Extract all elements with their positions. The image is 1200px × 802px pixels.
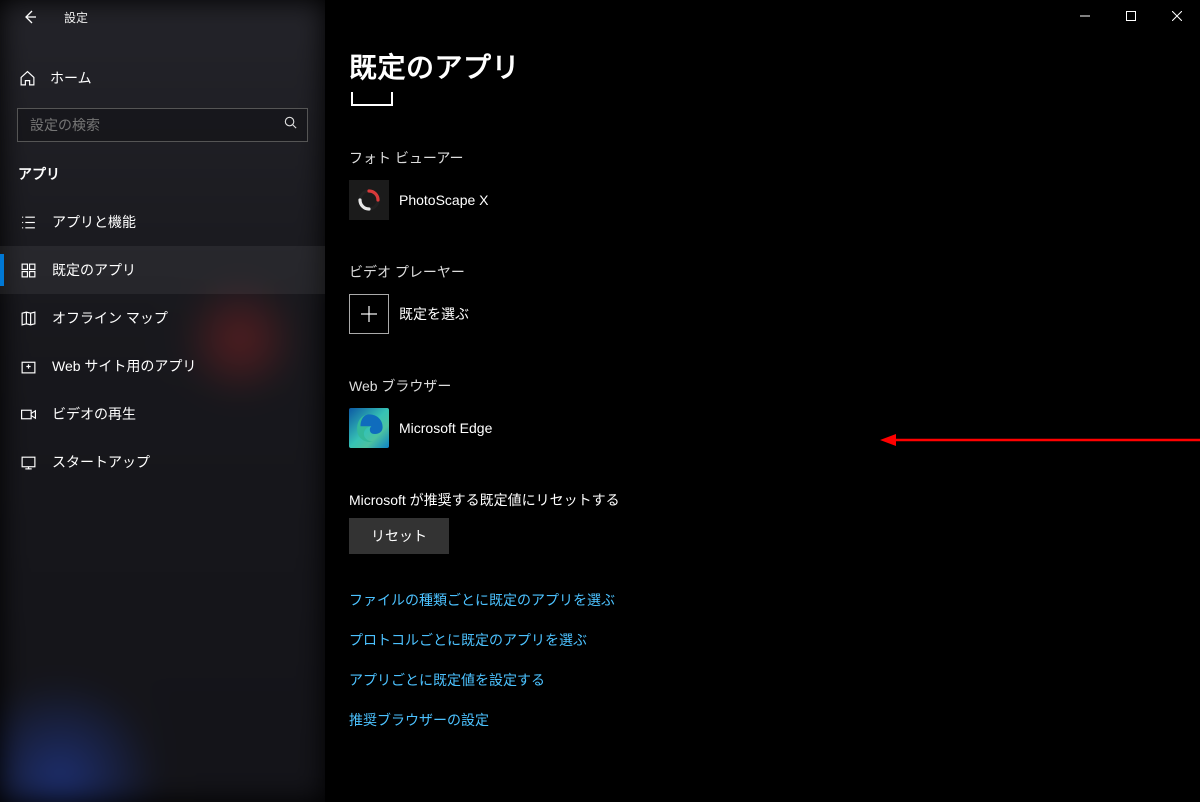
search-wrap bbox=[17, 108, 308, 142]
window-title: 設定 bbox=[64, 9, 88, 26]
category-label: ビデオ プレーヤー bbox=[349, 262, 1200, 282]
sidebar-item-label: アプリと機能 bbox=[52, 212, 136, 232]
category-label: フォト ビューアー bbox=[349, 148, 1200, 168]
app-label: PhotoScape X bbox=[399, 192, 489, 208]
reset-section: Microsoft が推奨する既定値にリセットする リセット bbox=[349, 490, 1200, 554]
sidebar-item-website-apps[interactable]: Web サイト用のアプリ bbox=[0, 342, 325, 390]
web-browser-selector[interactable]: Microsoft Edge bbox=[349, 408, 1200, 448]
sidebar-item-label: 既定のアプリ bbox=[52, 260, 136, 280]
back-button[interactable] bbox=[18, 5, 42, 29]
defaults-icon bbox=[18, 262, 38, 279]
photoscape-icon bbox=[349, 180, 389, 220]
video-icon bbox=[18, 406, 38, 423]
photo-viewer-selector[interactable]: PhotoScape X bbox=[349, 180, 1200, 220]
video-player-selector[interactable]: 既定を選ぶ bbox=[349, 294, 1200, 334]
link-file-type-defaults[interactable]: ファイルの種類ごとに既定のアプリを選ぶ bbox=[349, 590, 1200, 610]
search-icon bbox=[283, 115, 298, 135]
edge-icon bbox=[349, 408, 389, 448]
minimize-button[interactable] bbox=[1062, 0, 1108, 32]
link-per-app-defaults[interactable]: アプリごとに既定値を設定する bbox=[349, 670, 1200, 690]
search-input[interactable] bbox=[17, 108, 308, 142]
category-photo-viewer: フォト ビューアー PhotoScape X bbox=[349, 148, 1200, 220]
link-protocol-defaults[interactable]: プロトコルごとに既定のアプリを選ぶ bbox=[349, 630, 1200, 650]
sidebar-item-label: ビデオの再生 bbox=[52, 404, 136, 424]
list-icon bbox=[18, 214, 38, 231]
sidebar-item-label: Web サイト用のアプリ bbox=[52, 356, 196, 376]
category-video-player: ビデオ プレーヤー 既定を選ぶ bbox=[349, 262, 1200, 334]
home-label: ホーム bbox=[50, 68, 92, 88]
open-icon bbox=[18, 358, 38, 375]
link-recommended-browser[interactable]: 推奨ブラウザーの設定 bbox=[349, 710, 1200, 730]
titlebar: 設定 bbox=[0, 0, 325, 34]
app-label: Microsoft Edge bbox=[399, 420, 492, 436]
sidebar-item-label: スタートアップ bbox=[52, 452, 150, 472]
map-icon bbox=[18, 310, 38, 327]
home-icon bbox=[18, 70, 36, 87]
section-bracket-icon bbox=[351, 92, 393, 106]
reset-button[interactable]: リセット bbox=[349, 518, 449, 554]
app-label: 既定を選ぶ bbox=[399, 304, 469, 324]
reset-label: Microsoft が推奨する既定値にリセットする bbox=[349, 490, 1200, 510]
sidebar-item-startup[interactable]: スタートアップ bbox=[0, 438, 325, 486]
links-section: ファイルの種類ごとに既定のアプリを選ぶ プロトコルごとに既定のアプリを選ぶ アプ… bbox=[349, 590, 1200, 730]
maximize-icon bbox=[1126, 11, 1136, 21]
home-nav[interactable]: ホーム bbox=[0, 56, 325, 100]
sidebar-item-label: オフライン マップ bbox=[52, 308, 168, 328]
category-web-browser: Web ブラウザー Microsoft Edge bbox=[349, 376, 1200, 448]
sidebar-item-default-apps[interactable]: 既定のアプリ bbox=[0, 246, 325, 294]
plus-icon bbox=[349, 294, 389, 334]
minimize-icon bbox=[1080, 11, 1090, 21]
maximize-button[interactable] bbox=[1108, 0, 1154, 32]
main-content: 既定のアプリ フォト ビューアー PhotoScape X ビデオ プレーヤー … bbox=[325, 0, 1200, 802]
sidebar-item-video-playback[interactable]: ビデオの再生 bbox=[0, 390, 325, 438]
close-icon bbox=[1172, 11, 1182, 21]
section-label: アプリ bbox=[0, 142, 325, 198]
category-label: Web ブラウザー bbox=[349, 376, 1200, 396]
startup-icon bbox=[18, 454, 38, 471]
close-button[interactable] bbox=[1154, 0, 1200, 32]
window-controls bbox=[1062, 0, 1200, 32]
sidebar-item-offline-maps[interactable]: オフライン マップ bbox=[0, 294, 325, 342]
sidebar: 設定 ホーム アプリ アプリと機能 既定のアプリ オフライン マップ bbox=[0, 0, 325, 802]
sidebar-item-apps-features[interactable]: アプリと機能 bbox=[0, 198, 325, 246]
back-arrow-icon bbox=[22, 9, 38, 25]
